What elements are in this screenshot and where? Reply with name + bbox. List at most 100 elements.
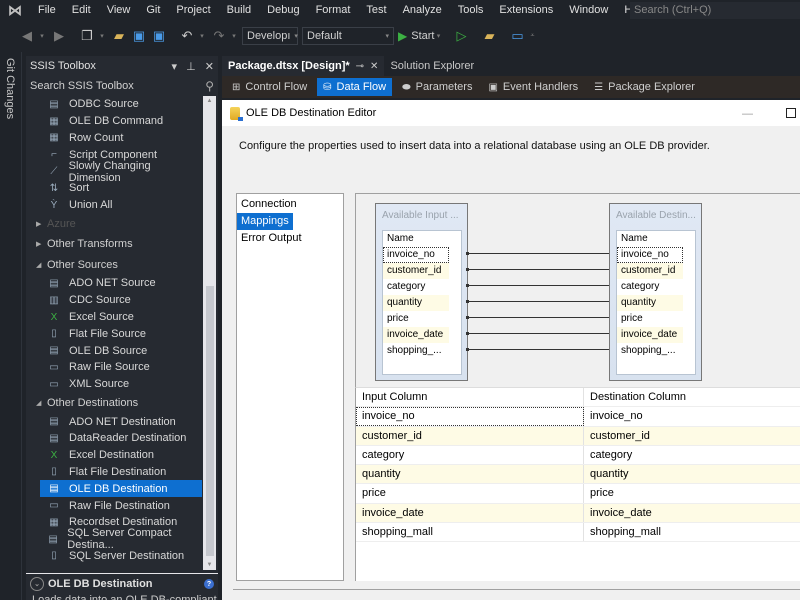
destination-column-item[interactable]: price <box>617 311 683 327</box>
toolbar-overflow-icon[interactable]: ⩡ <box>528 32 536 40</box>
destination-column-cell[interactable]: invoice_no <box>584 407 643 425</box>
toolbox-search[interactable]: Search SSIS Toolbox ⚲ <box>26 76 218 96</box>
mapping-line[interactable] <box>466 300 616 303</box>
table-row[interactable]: quantity quantity <box>356 465 800 485</box>
nav-error-output[interactable]: Error Output <box>237 230 306 247</box>
window-layout-icon[interactable]: ▭ <box>508 27 526 45</box>
category-other-transforms[interactable]: ▶ Other Transforms <box>26 234 202 255</box>
destination-column-cell[interactable]: quantity <box>584 465 629 483</box>
navigate-forward-icon[interactable]: ▶ <box>50 27 68 45</box>
nav-connection-manager[interactable]: Connection Manager <box>237 196 343 227</box>
destination-column-cell[interactable]: price <box>584 484 614 502</box>
tab-solution-explorer[interactable]: Solution Explorer <box>384 56 480 76</box>
input-column-cell[interactable]: quantity <box>356 465 584 484</box>
table-row[interactable]: invoice_date invoice_date <box>356 503 800 524</box>
toolbox-item[interactable]: ▤ OLE DB Source <box>26 342 202 359</box>
header-input-column[interactable]: Input Column <box>356 388 584 407</box>
table-row[interactable]: invoice_no invoice_no <box>356 407 800 427</box>
start-without-debugging-icon[interactable]: ▷ <box>452 27 470 45</box>
input-column-item[interactable]: customer_id <box>383 263 449 279</box>
redo-icon[interactable]: ↷ <box>210 27 228 45</box>
close-icon[interactable]: ✕ <box>205 61 214 73</box>
table-row[interactable]: shopping_mall shopping_mall <box>356 523 800 543</box>
menu-analyze[interactable]: Analyze <box>395 0 450 21</box>
tab-event-handlers[interactable]: ▣ Event Handlers <box>482 78 584 96</box>
mapping-line[interactable] <box>466 332 616 335</box>
mapping-line[interactable] <box>466 348 616 351</box>
navigate-back-icon[interactable]: ◀ <box>18 27 36 45</box>
destination-column-item[interactable]: quantity <box>617 295 683 311</box>
start-button[interactable]: ▶ Start ▾ <box>398 29 446 43</box>
chevron-down-icon[interactable]: ▾ <box>38 32 46 40</box>
tab-package-design[interactable]: Package.dtsx [Design]* ⊸ ✕ <box>222 56 385 76</box>
new-project-icon[interactable]: ❐ <box>78 27 96 45</box>
toolbox-item[interactable]: X Excel Source <box>26 309 202 326</box>
toolbox-item[interactable]: ▭ Raw File Source <box>26 359 202 376</box>
open-folder-icon[interactable]: ▰ <box>110 27 128 45</box>
undo-icon[interactable]: ↶ <box>178 27 196 45</box>
help-icon[interactable]: ? <box>204 579 214 589</box>
input-column-cell[interactable]: price <box>356 484 584 503</box>
minimize-icon[interactable]: — <box>742 108 753 120</box>
menu-file[interactable]: File <box>30 0 64 21</box>
toolbox-item[interactable]: ▤ ADO NET Destination <box>26 413 202 430</box>
toolbox-item[interactable]: ▤ ODBC Source <box>26 96 202 113</box>
category-azure[interactable]: ▶ Azure <box>26 214 202 235</box>
collapse-description-icon[interactable]: ⌄ <box>30 577 44 591</box>
menu-test[interactable]: Test <box>358 0 394 21</box>
input-column-cell[interactable]: invoice_no <box>356 407 584 426</box>
destination-column-cell[interactable]: shopping_mall <box>584 523 661 541</box>
toolbox-item[interactable]: Ỳ Union All <box>26 197 202 214</box>
mapping-line[interactable] <box>466 268 616 271</box>
input-column-item[interactable]: price <box>383 311 449 327</box>
toolbox-item[interactable]: X Excel Destination <box>26 447 202 464</box>
tab-data-flow[interactable]: ⛁ Data Flow <box>317 78 393 96</box>
destination-column-cell[interactable]: customer_id <box>584 427 650 445</box>
table-row[interactable]: customer_id customer_id <box>356 426 800 446</box>
chevron-down-icon[interactable]: ▾ <box>98 32 106 40</box>
chevron-down-icon[interactable]: ▾ <box>198 32 206 40</box>
toolbox-item[interactable]: ▯ Flat File Destination <box>26 464 202 481</box>
input-column-item[interactable]: shopping_... <box>383 343 449 359</box>
toolbox-item[interactable]: ▦ OLE DB Command <box>26 113 202 130</box>
toolbox-item[interactable]: ▭ XML Source <box>26 376 202 393</box>
menu-project[interactable]: Project <box>168 0 218 21</box>
pin-icon[interactable]: ⊥ <box>186 61 196 73</box>
destination-column-item[interactable]: invoice_date <box>617 327 683 343</box>
destination-column-item[interactable]: category <box>617 279 683 295</box>
menu-format[interactable]: Format <box>308 0 359 21</box>
menu-build[interactable]: Build <box>219 0 259 21</box>
destination-column-cell[interactable]: invoice_date <box>584 504 652 522</box>
solution-platform-select[interactable]: Default ▾ <box>302 27 394 45</box>
menu-view[interactable]: View <box>99 0 139 21</box>
menu-edit[interactable]: Edit <box>64 0 99 21</box>
find-in-files-icon[interactable]: ▰ <box>480 27 498 45</box>
tab-parameters[interactable]: ⬬ Parameters <box>396 78 478 96</box>
input-column-item[interactable]: quantity <box>383 295 449 311</box>
input-column-cell[interactable]: shopping_mall <box>356 523 584 542</box>
toolbox-item[interactable]: ▤ ADO NET Source <box>26 275 202 292</box>
toolbox-search-label[interactable]: Search SSIS Toolbox <box>30 80 134 92</box>
toolbox-item[interactable]: ⟋ Slowly Changing Dimension <box>26 160 202 184</box>
chevron-down-icon[interactable]: ▾ <box>230 32 238 40</box>
menu-window[interactable]: Window <box>561 0 616 21</box>
nav-mappings[interactable]: Mappings <box>237 213 293 230</box>
input-column-cell[interactable]: category <box>356 445 584 465</box>
scrollbar-thumb[interactable] <box>206 286 214 556</box>
destination-column-cell[interactable]: category <box>584 446 632 464</box>
menu-tools[interactable]: Tools <box>450 0 492 21</box>
input-column-item[interactable]: invoice_no <box>383 247 449 263</box>
mapping-line[interactable] <box>466 252 616 255</box>
tab-control-flow[interactable]: ⊞ Control Flow <box>226 78 313 96</box>
search-input[interactable]: Search (Ctrl+Q) <box>630 2 800 19</box>
toolbox-item[interactable]: ▤ SQL Server Compact Destina... <box>26 527 202 551</box>
toolbox-item[interactable]: ▤ DataReader Destination <box>26 430 202 447</box>
mapping-line[interactable] <box>466 284 616 287</box>
window-menu-icon[interactable]: ▾ <box>172 61 178 73</box>
toolbox-item[interactable]: ▯ Flat File Source <box>26 325 202 342</box>
mapping-line[interactable] <box>466 316 616 319</box>
save-all-icon[interactable]: ▣ <box>150 27 168 45</box>
destination-column-item[interactable]: customer_id <box>617 263 683 279</box>
tab-package-explorer[interactable]: ☰ Package Explorer <box>588 78 701 96</box>
category-other-destinations[interactable]: ◢ Other Destinations <box>26 393 202 414</box>
